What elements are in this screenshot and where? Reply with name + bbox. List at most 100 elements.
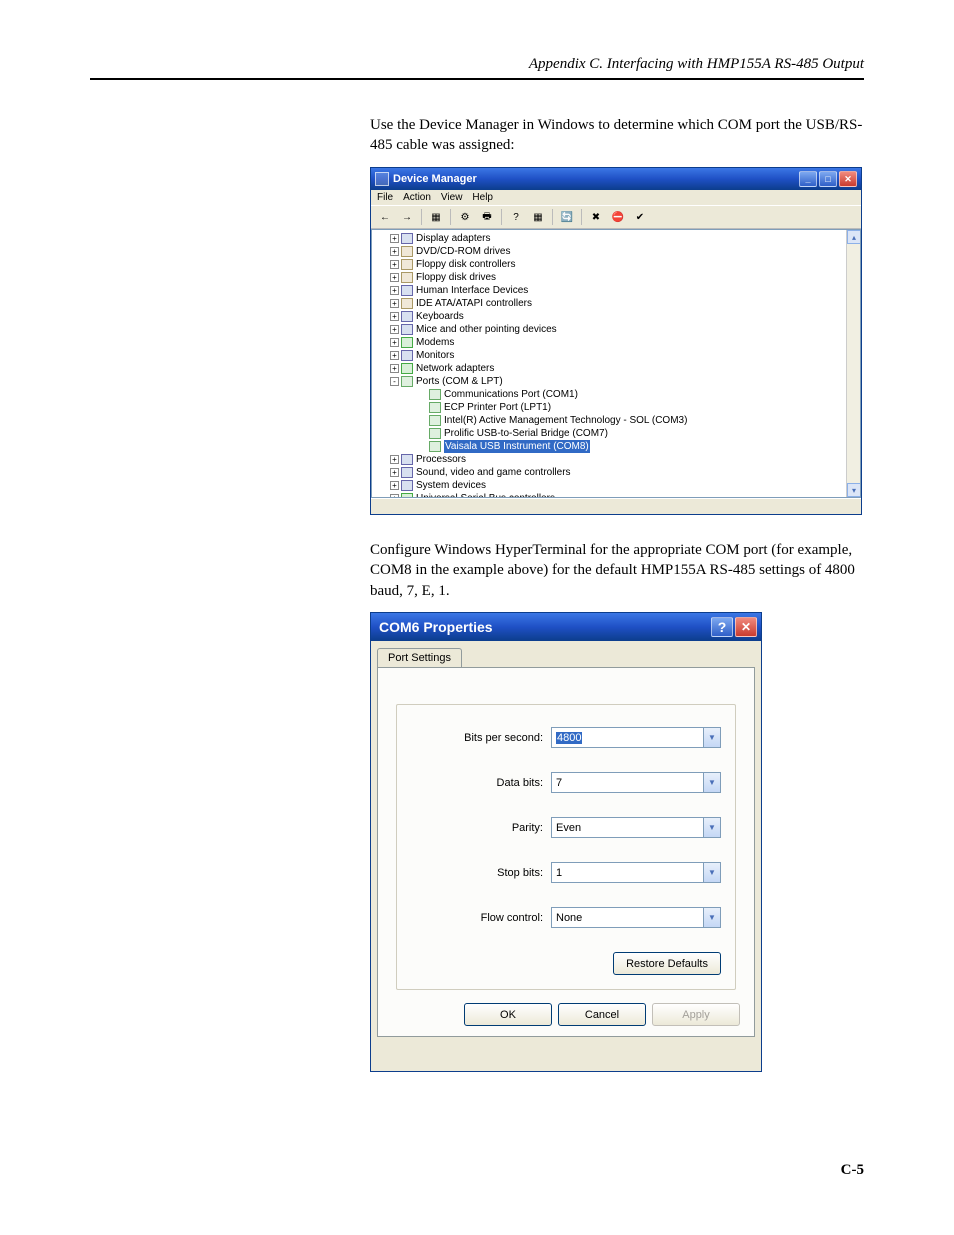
device-manager-icon [375, 172, 389, 186]
menu-file[interactable]: File [377, 192, 393, 203]
com-titlebar[interactable]: COM6 Properties ? ✕ [371, 613, 761, 641]
combo-parity[interactable]: Even ▼ [551, 817, 721, 838]
device-tree[interactable]: +Display adapters+DVD/CD-ROM drives+Flop… [371, 229, 861, 498]
cancel-button[interactable]: Cancel [558, 1003, 646, 1026]
expand-icon[interactable]: + [390, 234, 399, 243]
tree-row[interactable]: +Processors [390, 453, 856, 466]
expand-icon[interactable]: + [390, 468, 399, 477]
page-header: Appendix C. Interfacing with HMP155A RS-… [529, 56, 864, 73]
toolbar-forward-icon[interactable]: → [397, 208, 417, 226]
tree-row[interactable]: +Network adapters [390, 362, 856, 375]
minimize-button[interactable]: _ [799, 171, 817, 187]
expand-icon[interactable]: + [390, 481, 399, 490]
tree-label: ECP Printer Port (LPT1) [444, 401, 551, 414]
device-icon [401, 350, 413, 361]
com-title: COM6 Properties [379, 619, 709, 635]
expand-icon[interactable]: + [390, 286, 399, 295]
expand-icon[interactable]: + [390, 364, 399, 373]
label-bits-per-second: Bits per second: [411, 732, 551, 744]
toolbar-disable-icon[interactable]: ⛔ [608, 208, 628, 226]
device-manager-window: Device Manager _ □ ✕ File Action View He… [370, 167, 862, 515]
collapse-icon[interactable]: - [390, 377, 399, 386]
expand-icon[interactable]: + [390, 247, 399, 256]
tree-connector-icon [418, 442, 427, 451]
expand-icon[interactable]: + [390, 351, 399, 360]
toolbar-enable-icon[interactable]: ✔ [630, 208, 650, 226]
tree-row[interactable]: - Ports (COM & LPT) [390, 375, 856, 388]
expand-icon[interactable]: + [390, 494, 399, 498]
chevron-down-icon[interactable]: ▼ [703, 818, 720, 837]
scroll-down-icon[interactable]: ▾ [847, 483, 861, 497]
toolbar-refresh-icon[interactable]: ▦ [528, 208, 548, 226]
restore-defaults-button[interactable]: Restore Defaults [613, 952, 721, 975]
tree-row[interactable]: +Universal Serial Bus controllers [390, 492, 856, 498]
expand-icon[interactable]: + [390, 325, 399, 334]
tree-label: Intel(R) Active Management Technology - … [444, 414, 687, 427]
expand-icon[interactable]: + [390, 455, 399, 464]
tree-label: Floppy disk controllers [416, 258, 515, 271]
tree-row[interactable]: + IDE ATA/ATAPI controllers [390, 297, 856, 310]
device-manager-titlebar[interactable]: Device Manager _ □ ✕ [371, 168, 861, 190]
tab-strip: Port Settings [371, 641, 761, 667]
restore-defaults-row: Restore Defaults [411, 952, 721, 975]
tree-row[interactable]: +Human Interface Devices [390, 284, 856, 297]
toolbar-back-icon[interactable]: ← [375, 208, 395, 226]
tree-row[interactable]: + Floppy disk controllers [390, 258, 856, 271]
tree-row[interactable]: Intel(R) Active Management Technology - … [418, 414, 856, 427]
device-icon [401, 311, 413, 322]
tree-row[interactable]: Prolific USB-to-Serial Bridge (COM7) [418, 427, 856, 440]
tree-row[interactable]: +System devices [390, 479, 856, 492]
menu-help[interactable]: Help [472, 192, 493, 203]
chevron-down-icon[interactable]: ▼ [703, 728, 720, 747]
chevron-down-icon[interactable]: ▼ [703, 863, 720, 882]
toolbar-uninstall-icon[interactable]: ✖ [586, 208, 606, 226]
combo-stop-bits[interactable]: 1 ▼ [551, 862, 721, 883]
combo-bits-per-second[interactable]: 4800 ▼ [551, 727, 721, 748]
tree-row[interactable]: Communications Port (COM1) [418, 388, 856, 401]
expand-icon[interactable]: + [390, 299, 399, 308]
toolbar-update-icon[interactable]: 🔄 [557, 208, 577, 226]
tree-scrollbar[interactable]: ▴ ▾ [846, 230, 860, 497]
close-button[interactable]: ✕ [839, 171, 857, 187]
tree-row[interactable]: +Sound, video and game controllers [390, 466, 856, 479]
tree-row[interactable]: Vaisala USB Instrument (COM8) [418, 440, 856, 453]
body-paragraph-2: Configure Windows HyperTerminal for the … [370, 540, 864, 601]
chevron-down-icon[interactable]: ▼ [703, 908, 720, 927]
tree-row[interactable]: +Keyboards [390, 310, 856, 323]
tree-label: Vaisala USB Instrument (COM8) [444, 440, 590, 453]
device-manager-statusbar [371, 498, 861, 514]
help-button[interactable]: ? [711, 617, 733, 637]
tree-label: DVD/CD-ROM drives [416, 245, 510, 258]
toolbar-scan-icon[interactable]: ⚙ [455, 208, 475, 226]
tree-row[interactable]: +Display adapters [390, 232, 856, 245]
tree-row[interactable]: +Monitors [390, 349, 856, 362]
toolbar-properties-icon[interactable]: ▦ [426, 208, 446, 226]
tree-row[interactable]: ECP Printer Port (LPT1) [418, 401, 856, 414]
device-icon [401, 298, 413, 309]
close-button[interactable]: ✕ [735, 617, 757, 637]
tab-port-settings[interactable]: Port Settings [377, 648, 462, 668]
combo-flow-control[interactable]: None ▼ [551, 907, 721, 928]
tree-row[interactable]: +Modems [390, 336, 856, 349]
menu-view[interactable]: View [441, 192, 463, 203]
tree-label: Ports (COM & LPT) [416, 375, 503, 388]
tree-row[interactable]: +Mice and other pointing devices [390, 323, 856, 336]
maximize-button[interactable]: □ [819, 171, 837, 187]
tree-row[interactable]: + DVD/CD-ROM drives [390, 245, 856, 258]
chevron-down-icon[interactable]: ▼ [703, 773, 720, 792]
ok-button[interactable]: OK [464, 1003, 552, 1026]
page-header-rule [90, 78, 864, 80]
expand-icon[interactable]: + [390, 338, 399, 347]
device-icon [401, 233, 413, 244]
scroll-up-icon[interactable]: ▴ [847, 230, 861, 244]
menu-action[interactable]: Action [403, 192, 431, 203]
combo-data-bits[interactable]: 7 ▼ [551, 772, 721, 793]
toolbar-help-icon[interactable]: ? [506, 208, 526, 226]
expand-icon[interactable]: + [390, 312, 399, 321]
expand-icon[interactable]: + [390, 260, 399, 269]
apply-button[interactable]: Apply [652, 1003, 740, 1026]
toolbar-print-icon[interactable]: 🖶 [477, 208, 497, 226]
tree-label: IDE ATA/ATAPI controllers [416, 297, 532, 310]
tree-row[interactable]: +Floppy disk drives [390, 271, 856, 284]
expand-icon[interactable]: + [390, 273, 399, 282]
